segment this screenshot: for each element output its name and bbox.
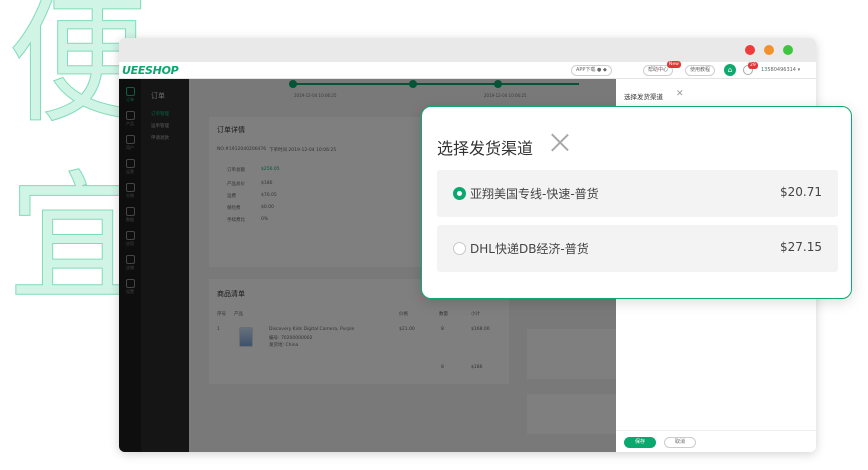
- new-badge: New: [667, 61, 681, 68]
- ueeshop-logo[interactable]: UEESHOP: [122, 64, 179, 77]
- shipping-channel-modal: 选择发货渠道 亚翔美国专线-快速-普货 $20.71 DHL快递DB经济-普货 …: [421, 106, 852, 299]
- close-icon[interactable]: [550, 132, 570, 152]
- close-window-dot[interactable]: [745, 45, 755, 55]
- maximize-window-dot[interactable]: [783, 45, 793, 55]
- window-titlebar: [119, 38, 816, 62]
- modal-title: 选择发货渠道: [437, 139, 534, 158]
- notification-count-badge: 29: [748, 62, 758, 69]
- shipping-option-price: $20.71: [780, 185, 822, 199]
- close-icon[interactable]: ✕: [676, 89, 684, 99]
- account-menu[interactable]: 13580496314 ▾: [761, 67, 800, 73]
- side-panel-title: 选择发货渠道: [624, 93, 663, 101]
- side-panel-footer: 保存 取消: [616, 430, 816, 452]
- cancel-button[interactable]: 取消: [664, 437, 696, 448]
- app-download-button[interactable]: APP下载 ● ◆: [571, 65, 612, 76]
- shipping-option-label: DHL快递DB经济-普货: [470, 242, 589, 256]
- radio-unchecked-icon[interactable]: [453, 242, 466, 255]
- stage: 便 宜 UEESHOP APP下载 ● ◆ 帮助中心 New 使用教程 ⌂ 29…: [0, 0, 868, 470]
- course-button[interactable]: 使用教程: [685, 65, 716, 76]
- shipping-option-dhl[interactable]: DHL快递DB经济-普货 $27.15: [437, 225, 838, 272]
- save-button[interactable]: 保存: [624, 437, 656, 448]
- shipping-option-yaxiang[interactable]: 亚翔美国专线-快速-普货 $20.71: [437, 170, 838, 217]
- minimize-window-dot[interactable]: [764, 45, 774, 55]
- radio-checked-icon[interactable]: [453, 187, 466, 200]
- shipping-option-price: $27.15: [780, 240, 822, 254]
- app-header: UEESHOP APP下载 ● ◆ 帮助中心 New 使用教程 ⌂ 29 135…: [119, 61, 816, 79]
- shipping-option-label: 亚翔美国专线-快速-普货: [470, 187, 599, 201]
- home-icon[interactable]: ⌂: [724, 64, 736, 76]
